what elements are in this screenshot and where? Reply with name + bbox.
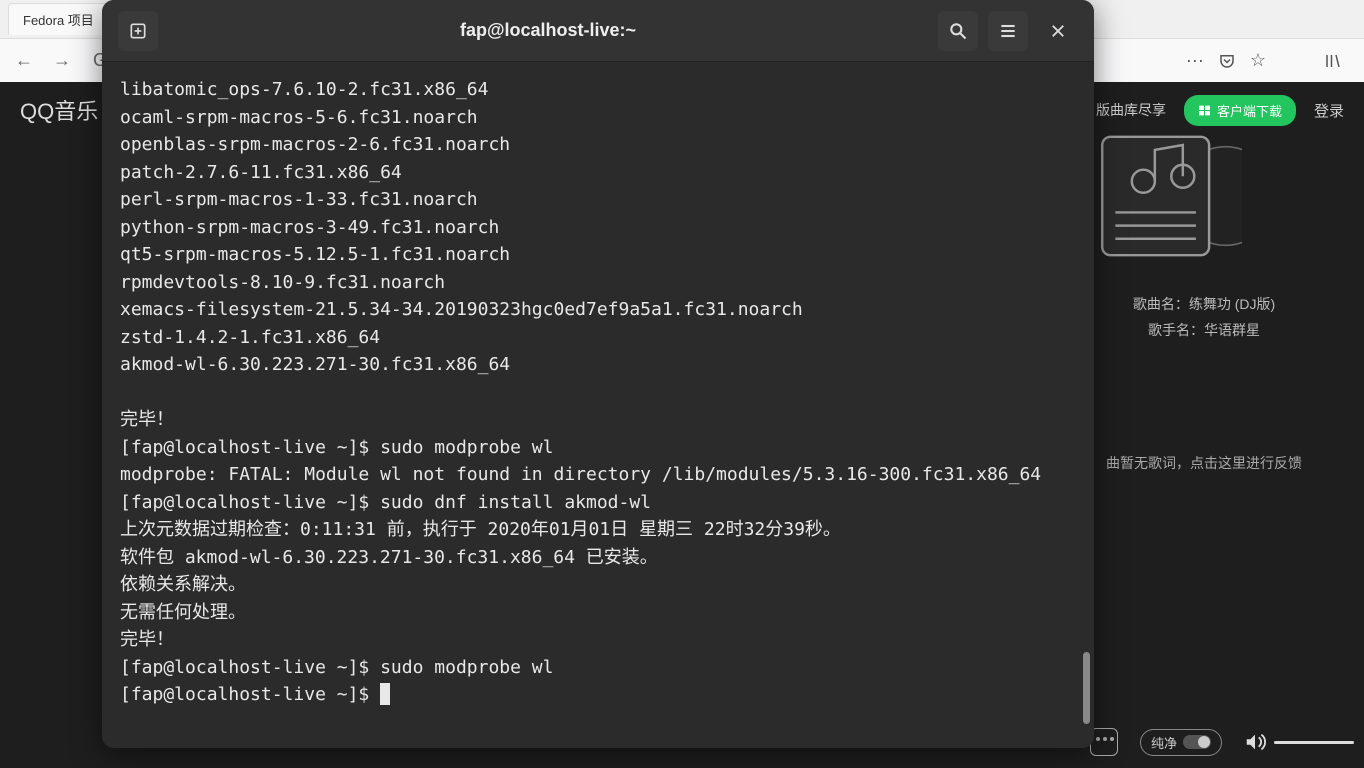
terminal-title: fap@localhost-live:~ (168, 20, 928, 41)
menu-button[interactable] (988, 11, 1028, 51)
term-prompt[interactable]: [fap@localhost-live ~]$ (120, 681, 1076, 709)
term-line: rpmdevtools-8.10-9.fc31.noarch (120, 269, 1076, 297)
speaker-icon[interactable] (1244, 731, 1266, 753)
term-line: python-srpm-macros-3-49.fc31.noarch (120, 214, 1076, 242)
library-icon[interactable] (1324, 52, 1342, 70)
artist-name[interactable]: 华语群星 (1204, 322, 1260, 338)
toggle-switch[interactable] (1183, 735, 1211, 749)
term-line: 上次元数据过期检查：0:11:31 前，执行于 2020年01月01日 星期三 … (120, 516, 1076, 544)
back-button[interactable]: ← (8, 45, 40, 77)
windows-icon (1198, 104, 1211, 117)
term-line (120, 379, 1076, 407)
term-line: 软件包 akmod-wl-6.30.223.271-30.fc31.x86_64… (120, 544, 1076, 572)
cursor (380, 683, 390, 705)
term-line: [fap@localhost-live ~]$ sudo modprobe wl (120, 434, 1076, 462)
new-tab-button[interactable] (118, 11, 158, 51)
song-name-row: 歌曲名：练舞功 (DJ版) (1094, 291, 1314, 317)
comments-icon[interactable] (1090, 728, 1118, 756)
term-line: 完毕！ (120, 406, 1076, 434)
term-line: ocaml-srpm-macros-5-6.fc31.noarch (120, 104, 1076, 132)
term-line: akmod-wl-6.30.223.271-30.fc31.x86_64 (120, 351, 1076, 379)
artist-label: 歌手名： (1148, 322, 1204, 338)
close-button[interactable] (1038, 11, 1078, 51)
terminal-scrollbar[interactable] (1083, 652, 1090, 724)
term-line: 完毕！ (120, 626, 1076, 654)
bookmark-star-icon[interactable]: ☆ (1250, 50, 1266, 71)
terminal-titlebar[interactable]: fap@localhost-live:~ (102, 0, 1094, 62)
term-line: 无需任何处理。 (120, 599, 1076, 627)
more-icon[interactable]: ··· (1186, 50, 1204, 71)
term-line: [fap@localhost-live ~]$ sudo modprobe wl (120, 654, 1076, 682)
pure-label: 纯净 (1151, 733, 1177, 752)
now-playing-card: 歌曲名：练舞功 (DJ版) 歌手名：华语群星 曲暂无歌词，点击这里进行反馈 (1094, 117, 1314, 473)
term-line: perl-srpm-macros-1-33.fc31.noarch (120, 186, 1076, 214)
term-line: patch-2.7.6-11.fc31.x86_64 (120, 159, 1076, 187)
search-button[interactable] (938, 11, 978, 51)
term-line: [fap@localhost-live ~]$ sudo dnf install… (120, 489, 1076, 517)
song-label: 歌曲名： (1133, 296, 1189, 312)
term-line: modprobe: FATAL: Module wl not found in … (120, 461, 1076, 489)
volume-slider[interactable] (1274, 741, 1354, 744)
term-line: qt5-srpm-macros-5.12.5-1.fc31.noarch (120, 241, 1076, 269)
album-art-icon (1094, 117, 1242, 275)
terminal-body[interactable]: libatomic_ops-7.6.10-2.fc31.x86_64 ocaml… (102, 62, 1094, 748)
terminal-window: fap@localhost-live:~ libatomic_ops-7.6.1… (102, 0, 1094, 748)
pocket-icon[interactable] (1218, 52, 1236, 70)
login-link[interactable]: 登录 (1314, 100, 1344, 121)
site-logo[interactable]: QQ音乐 (20, 94, 98, 126)
term-line: 依赖关系解决。 (120, 571, 1076, 599)
term-line: xemacs-filesystem-21.5.34-34.20190323hgc… (120, 296, 1076, 324)
term-line: zstd-1.4.2-1.fc31.x86_64 (120, 324, 1076, 352)
lyrics-feedback-link[interactable]: 曲暂无歌词，点击这里进行反馈 (1094, 453, 1314, 473)
player-bar: 纯净 (1090, 728, 1354, 756)
term-line: libatomic_ops-7.6.10-2.fc31.x86_64 (120, 76, 1076, 104)
artist-row: 歌手名：华语群星 (1094, 317, 1314, 343)
forward-button[interactable]: → (46, 45, 78, 77)
term-line: openblas-srpm-macros-2-6.fc31.noarch (120, 131, 1076, 159)
pure-mode-toggle[interactable]: 纯净 (1140, 729, 1222, 756)
song-name[interactable]: 练舞功 (DJ版) (1189, 296, 1275, 312)
browser-tab[interactable]: Fedora 项目 (8, 3, 109, 35)
volume-control[interactable] (1244, 731, 1354, 753)
